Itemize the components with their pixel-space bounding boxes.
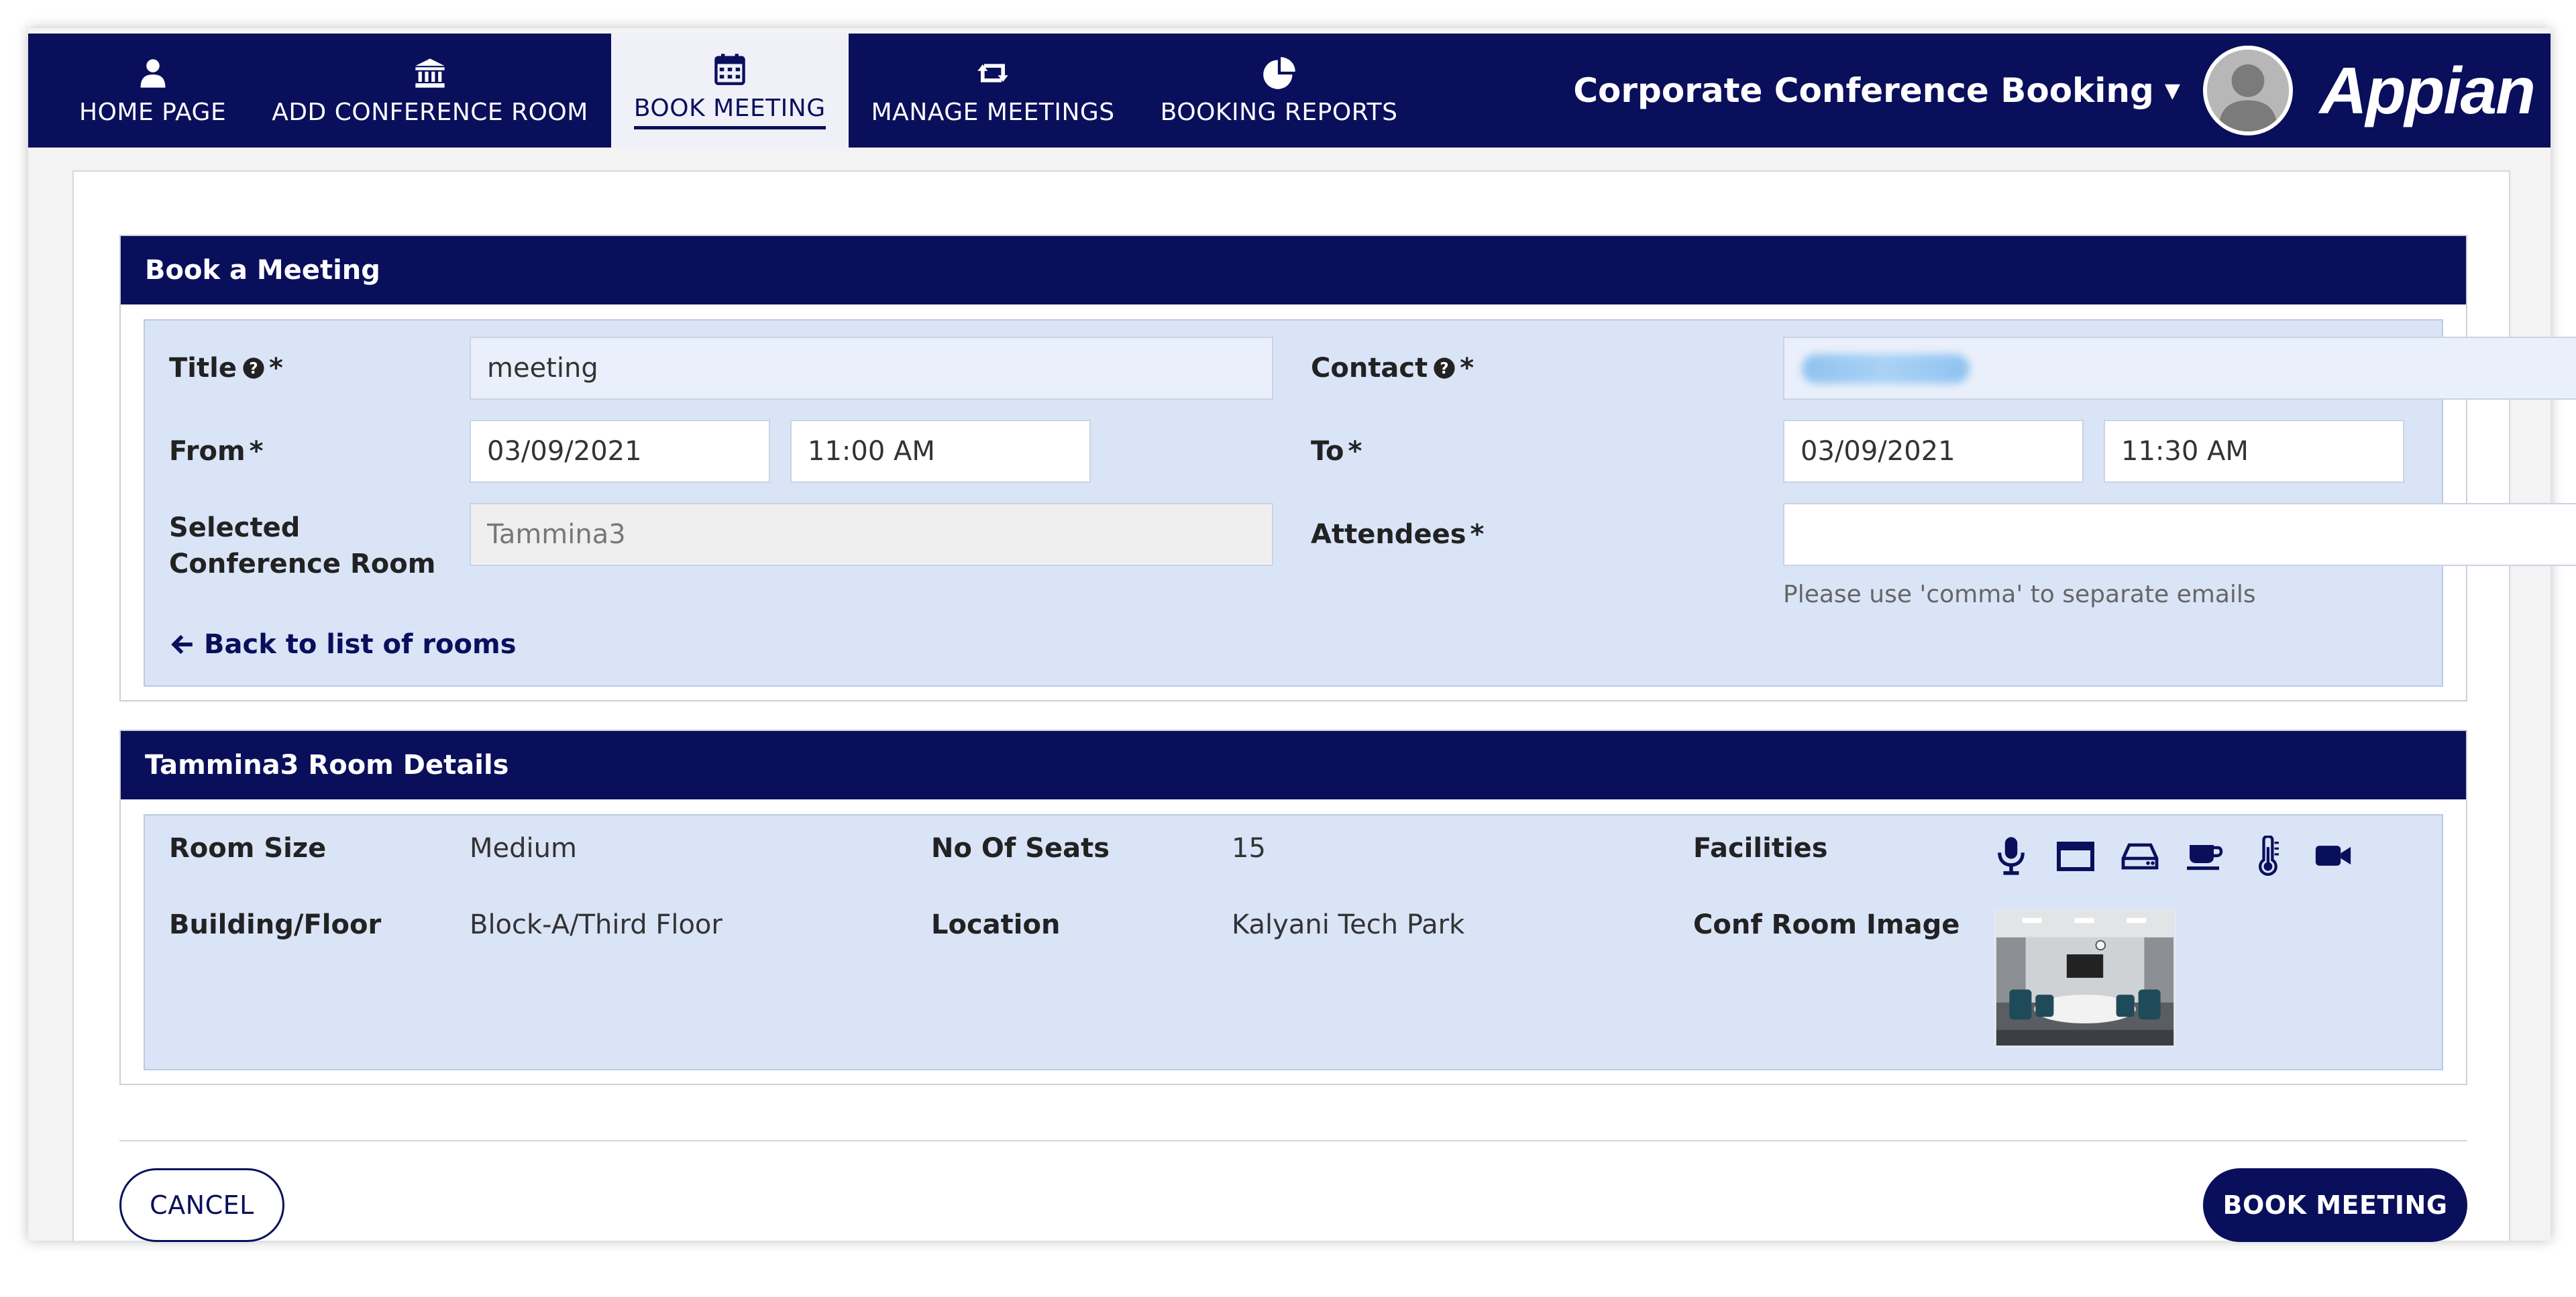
selected-room-input bbox=[470, 503, 1273, 566]
microphone-icon bbox=[1998, 837, 2025, 875]
from-date-input[interactable] bbox=[470, 420, 770, 483]
nav-home-page[interactable]: HOME PAGE bbox=[56, 34, 249, 148]
facilities-icons bbox=[1992, 836, 2352, 876]
calendar-icon bbox=[714, 54, 745, 85]
chevron-down-icon: ▼ bbox=[2164, 78, 2180, 103]
attendees-hint: Please use 'comma' to separate emails bbox=[1783, 581, 2256, 608]
nav-label: HOME PAGE bbox=[79, 98, 227, 126]
room-size-value: Medium bbox=[470, 833, 577, 864]
title-label: Title? * bbox=[169, 353, 283, 384]
room-details-section: Tammina3 Room Details Room Size Medium N… bbox=[119, 730, 2467, 1085]
facilities-label: Facilities bbox=[1693, 833, 1828, 864]
to-label: To * bbox=[1311, 436, 1362, 467]
main-nav: HOME PAGE ADD CONFERENCE ROOM BOOK MEETI… bbox=[28, 34, 1420, 148]
coffee-icon bbox=[2187, 845, 2223, 870]
retweet-icon bbox=[977, 63, 1008, 82]
help-icon[interactable]: ? bbox=[242, 357, 265, 380]
location-label: Location bbox=[931, 909, 1061, 940]
book-meeting-section: Book a Meeting Title?* Contact?* From* bbox=[119, 235, 2576, 701]
svg-text:?: ? bbox=[249, 360, 258, 378]
from-label: From * bbox=[169, 436, 264, 467]
conf-room-image-label: Conf Room Image bbox=[1693, 909, 1960, 940]
hard-drive-icon bbox=[2121, 843, 2159, 870]
section-heading: Book a Meeting bbox=[121, 236, 2466, 304]
site-title: Corporate Conference Booking bbox=[1573, 71, 2154, 110]
nav-manage-meetings[interactable]: MANAGE MEETINGS bbox=[849, 34, 1138, 148]
to-date-input[interactable] bbox=[1783, 420, 2084, 483]
building-value: Block-A/Third Floor bbox=[470, 909, 722, 940]
seats-value: 15 bbox=[1232, 833, 1266, 864]
contact-chip-redacted bbox=[1802, 354, 1970, 384]
header-right: Corporate Conference Booking ▼ Appian bbox=[1573, 34, 2551, 148]
section-heading: Tammina3 Room Details bbox=[121, 731, 2466, 799]
footer-divider bbox=[119, 1140, 2467, 1141]
contact-picker[interactable] bbox=[1783, 337, 2576, 400]
top-navigation-bar: HOME PAGE ADD CONFERENCE ROOM BOOK MEETI… bbox=[28, 34, 2551, 148]
attendees-input[interactable] bbox=[1783, 503, 2576, 566]
selected-room-label: Selected Conference Room bbox=[169, 512, 436, 579]
seats-label: No Of Seats bbox=[931, 833, 1110, 864]
to-time-input[interactable] bbox=[2104, 420, 2404, 483]
arrow-left-icon bbox=[171, 634, 193, 655]
video-camera-icon bbox=[2315, 846, 2351, 866]
conf-room-image[interactable] bbox=[1994, 909, 2176, 1048]
help-icon[interactable]: ? bbox=[1433, 357, 1456, 380]
pie-chart-icon bbox=[1263, 56, 1295, 89]
user-avatar-icon bbox=[2206, 50, 2289, 131]
book-meeting-button[interactable]: BOOK MEETING bbox=[2203, 1168, 2467, 1242]
nav-label: BOOKING REPORTS bbox=[1160, 98, 1398, 126]
site-switcher[interactable]: Corporate Conference Booking ▼ bbox=[1573, 71, 2180, 110]
avatar[interactable] bbox=[2202, 46, 2293, 135]
title-input[interactable] bbox=[470, 337, 1273, 400]
attendees-label: Attendees * bbox=[1311, 519, 1485, 550]
nav-booking-reports[interactable]: BOOKING REPORTS bbox=[1138, 34, 1421, 148]
nav-book-meeting[interactable]: BOOK MEETING bbox=[610, 34, 849, 148]
room-photo bbox=[1996, 911, 2174, 1046]
room-details-panel: Room Size Medium No Of Seats 15 Faciliti… bbox=[144, 814, 2443, 1070]
projector-screen-icon bbox=[2057, 842, 2094, 871]
nav-label: MANAGE MEETINGS bbox=[871, 98, 1115, 126]
user-icon bbox=[140, 58, 166, 88]
location-value: Kalyani Tech Park bbox=[1232, 909, 1465, 940]
app-frame: HOME PAGE ADD CONFERENCE ROOM BOOK MEETI… bbox=[28, 28, 2576, 1242]
from-time-input[interactable] bbox=[790, 420, 1091, 483]
nav-label: BOOK MEETING bbox=[633, 95, 826, 129]
back-to-rooms-link[interactable]: Back to list of rooms bbox=[169, 629, 517, 660]
appian-logo: Appian bbox=[2319, 53, 2536, 127]
svg-text:?: ? bbox=[1440, 360, 1449, 378]
nav-label: ADD CONFERENCE ROOM bbox=[272, 98, 588, 126]
contact-label: Contact? * bbox=[1311, 353, 1474, 384]
building-label: Building/Floor bbox=[169, 909, 382, 940]
nav-add-conference-room[interactable]: ADD CONFERENCE ROOM bbox=[249, 34, 611, 148]
book-meeting-form: Title?* Contact?* From* To* bbox=[144, 319, 2576, 687]
cancel-button[interactable]: CANCEL bbox=[119, 1168, 284, 1242]
bank-icon bbox=[415, 58, 445, 88]
content-card: Book a Meeting Title?* Contact?* From* bbox=[72, 170, 2576, 1242]
thermometer-icon bbox=[2258, 836, 2279, 876]
room-size-label: Room Size bbox=[169, 833, 327, 864]
